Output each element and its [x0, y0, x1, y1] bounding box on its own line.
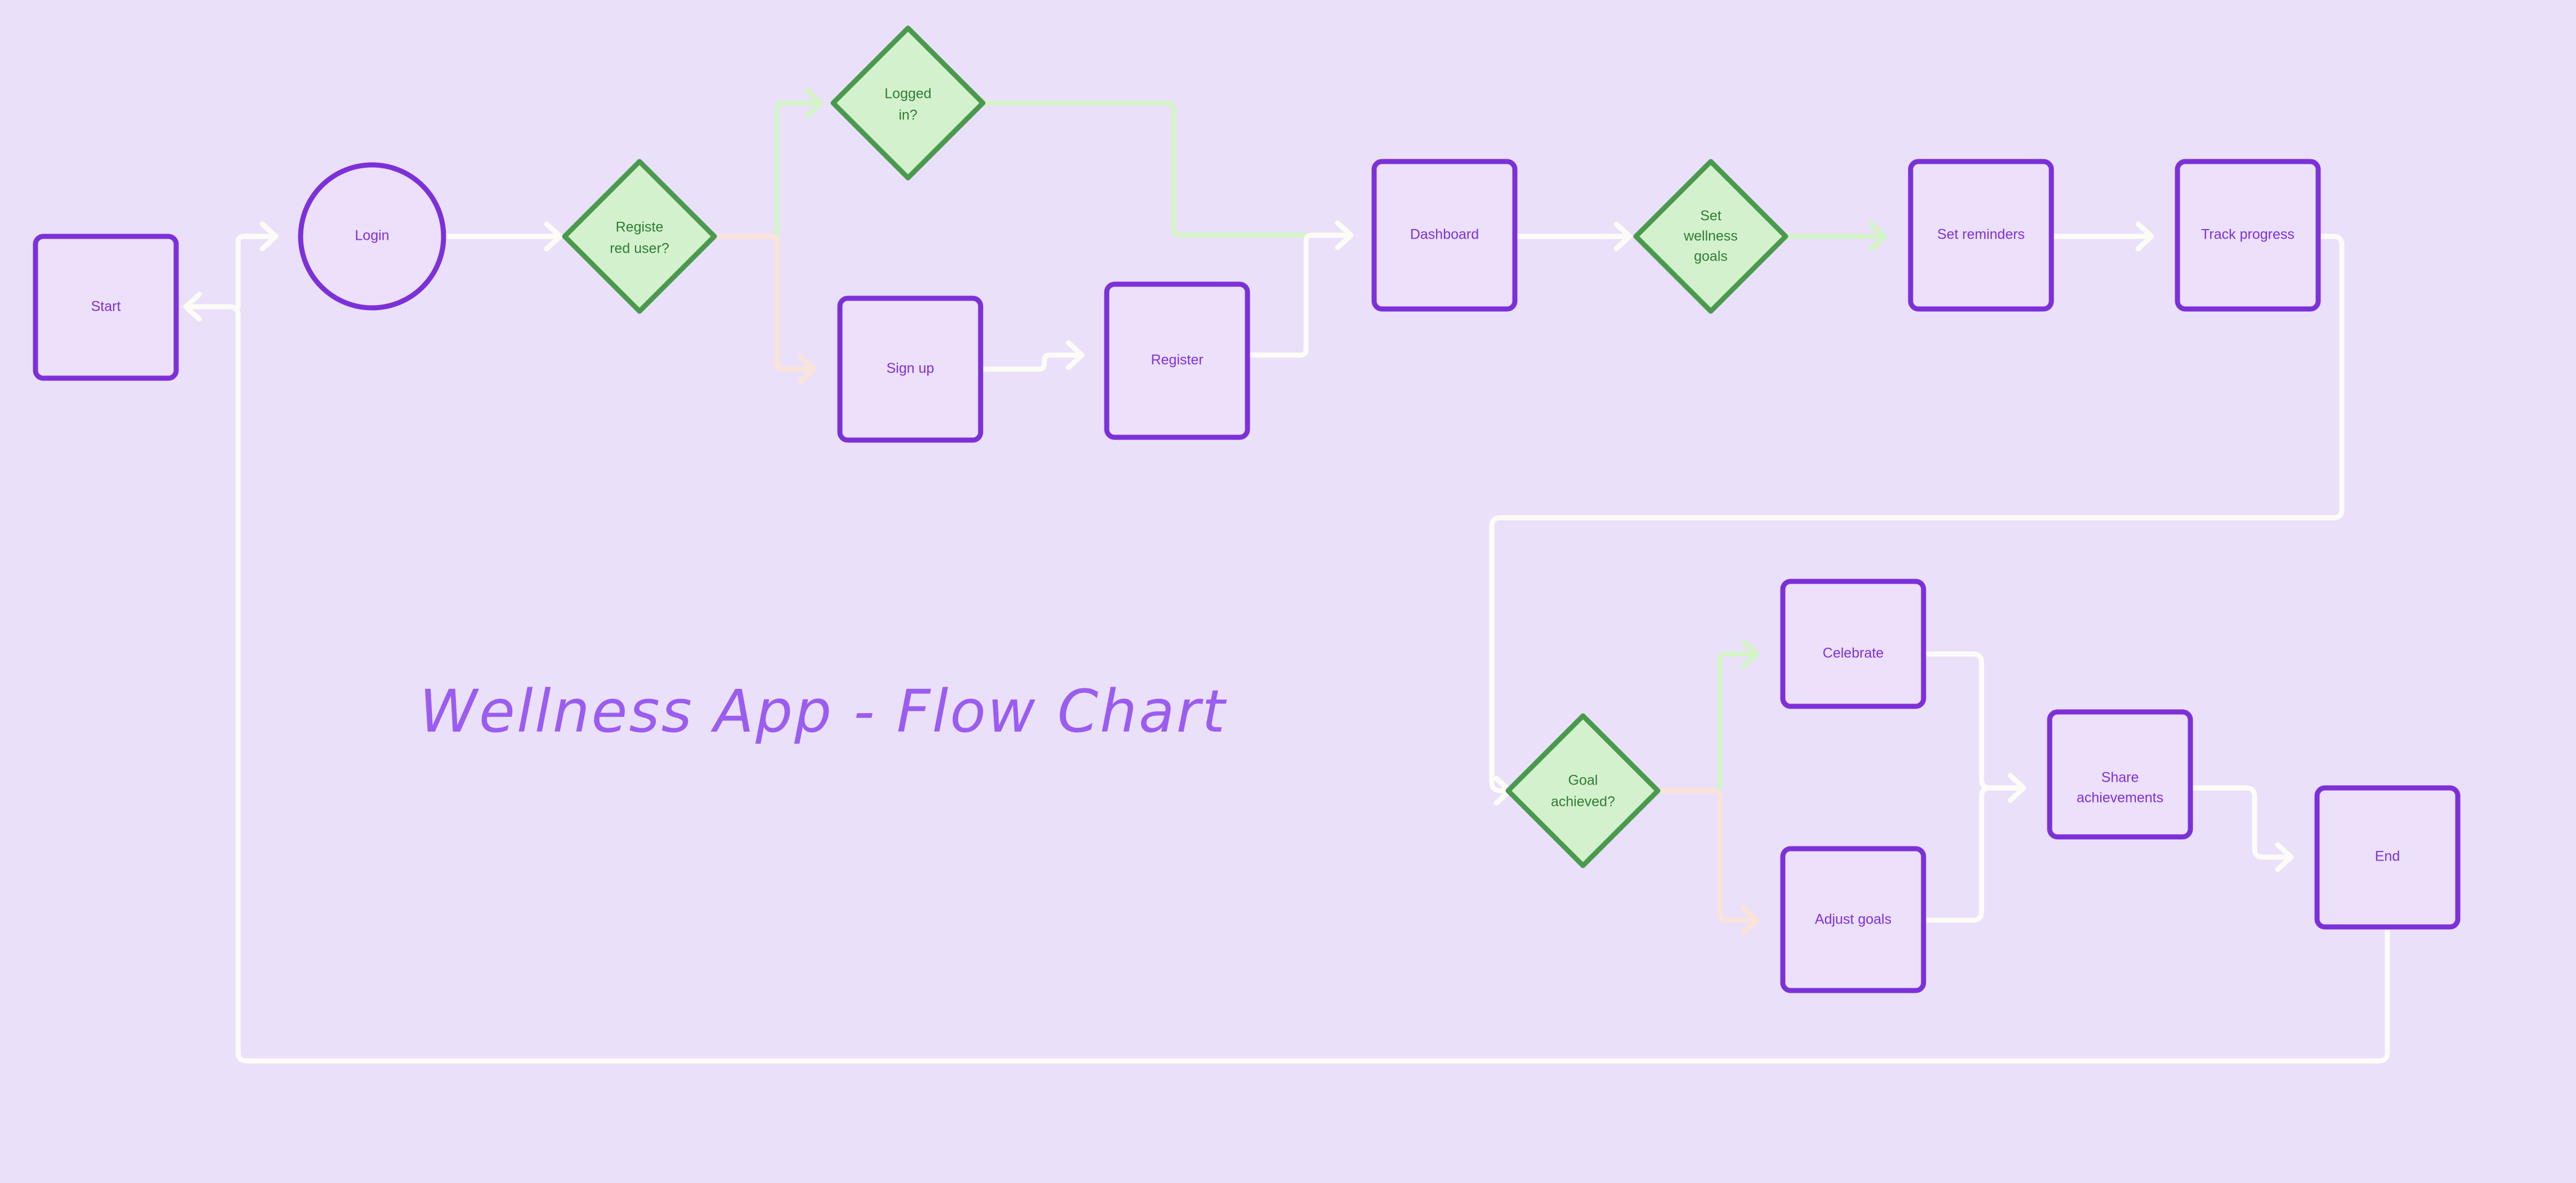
flowchart-canvas: Start Login Registe red user? Logged in?… — [0, 0, 2576, 1183]
title-layer: Wellness App - Flow Chart — [419, 677, 1227, 746]
diagram-title: Wellness App - Flow Chart — [419, 677, 1227, 746]
